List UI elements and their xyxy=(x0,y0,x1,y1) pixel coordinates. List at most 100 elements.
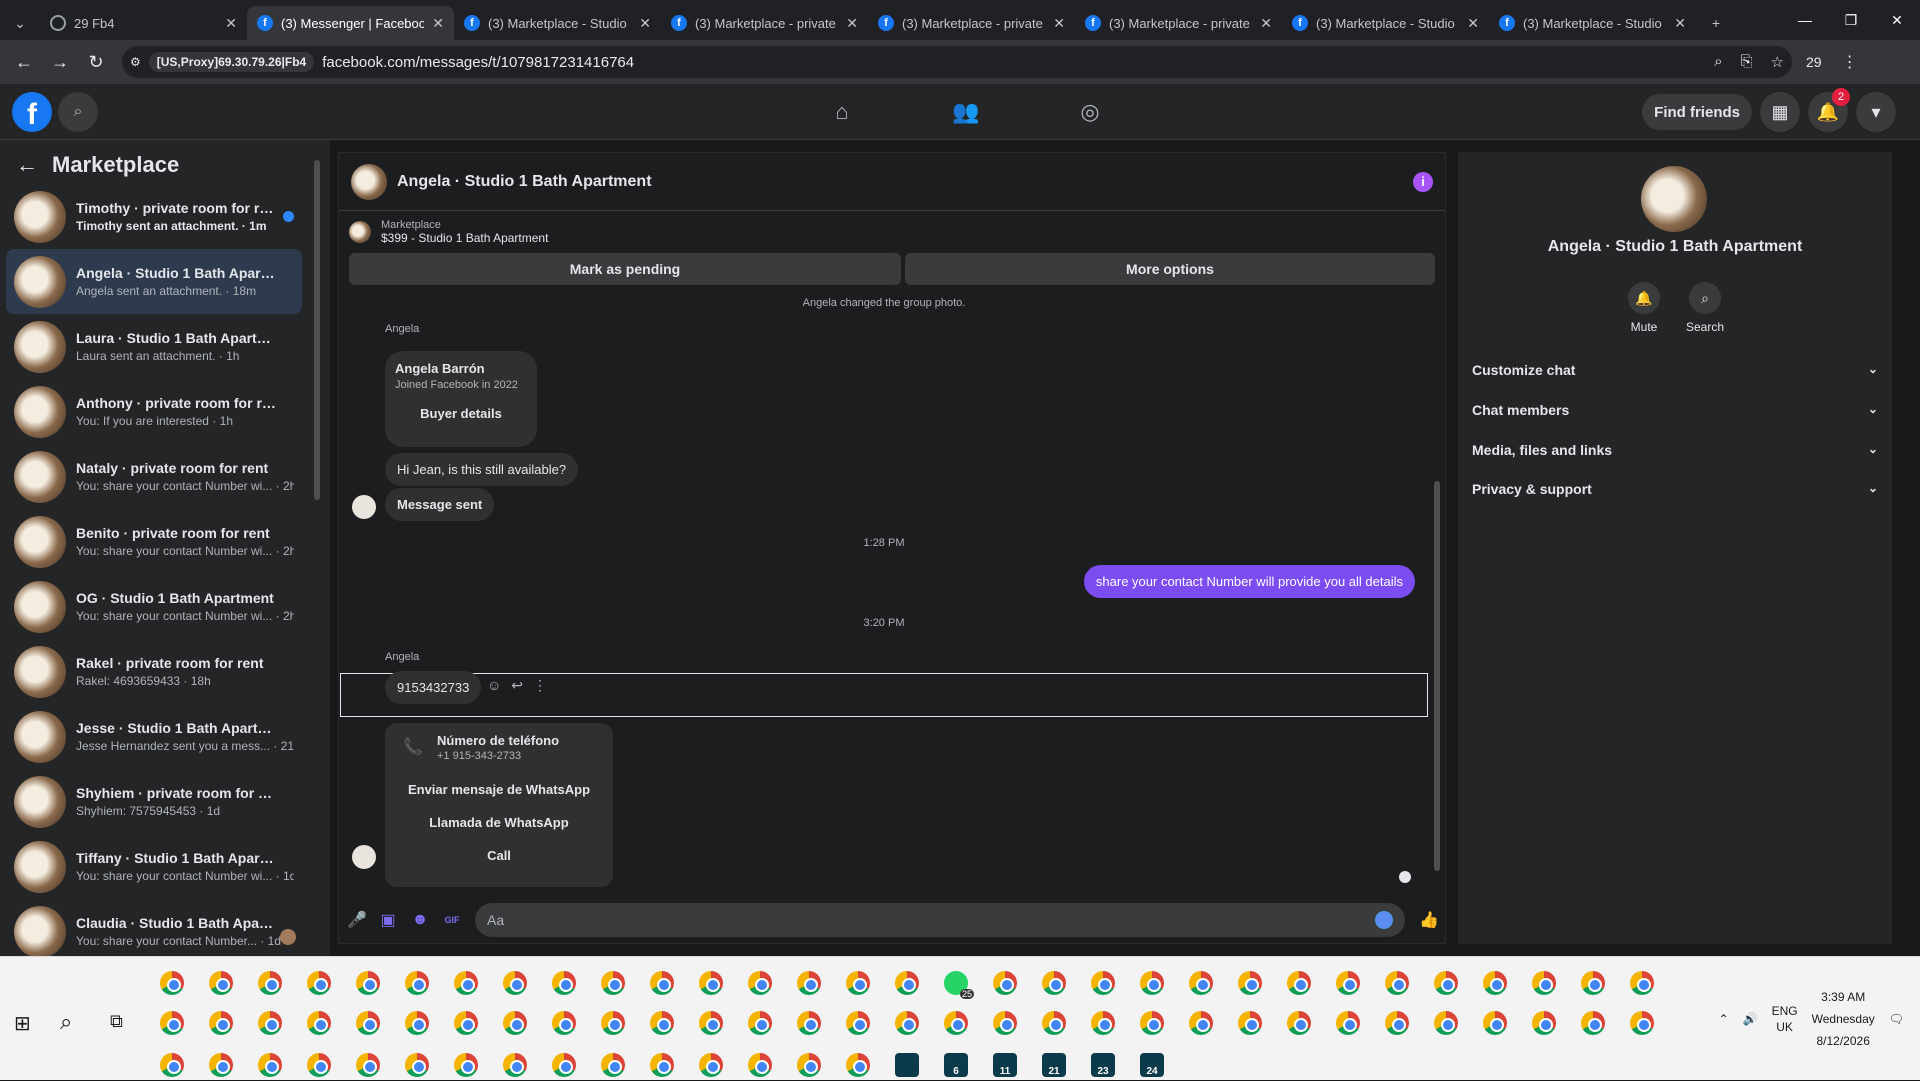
outgoing-message-bubble[interactable]: share your contact Number will provide y… xyxy=(1083,565,1415,598)
chrome-icon[interactable] xyxy=(944,1011,968,1035)
chrome-icon[interactable] xyxy=(993,971,1017,995)
section-chat-members[interactable]: Chat members ⌄ xyxy=(1472,402,1878,418)
chrome-icon[interactable] xyxy=(1336,1011,1360,1035)
install-app-icon[interactable]: ⎘ xyxy=(1741,53,1753,71)
whatsapp-message-option[interactable]: Enviar mensaje de WhatsApp xyxy=(399,782,599,797)
section-privacy-support[interactable]: Privacy & support ⌄ xyxy=(1472,481,1878,497)
conversation-item[interactable]: OG · Studio 1 Bath Apartment You: share y… xyxy=(6,574,302,639)
browser-tab[interactable]: 29 Fb4 ✕ xyxy=(40,6,247,40)
close-tab-icon[interactable]: ✕ xyxy=(432,15,444,32)
chrome-icon[interactable] xyxy=(552,1011,576,1035)
close-tab-icon[interactable]: ✕ xyxy=(225,15,237,32)
chrome-icon[interactable] xyxy=(454,971,478,995)
tab-search-chevron-icon[interactable]: ⌄ xyxy=(0,6,40,40)
section-media-files[interactable]: Media, files and links ⌄ xyxy=(1472,442,1878,458)
conversation-item[interactable]: Laura · Studio 1 Bath Apartment Laura sen… xyxy=(6,314,302,379)
whatsapp-call-option[interactable]: Llamada de WhatsApp xyxy=(399,815,599,830)
account-chevron-icon[interactable]: ▾ xyxy=(1856,92,1896,132)
chrome-icon[interactable] xyxy=(209,971,233,995)
search-icon[interactable]: ⌕ xyxy=(58,92,98,132)
start-icon[interactable]: ⊞ xyxy=(14,1011,31,1036)
browser-tab[interactable]: f (3) Marketplace - private r ✕ xyxy=(1075,6,1282,40)
chrome-icon[interactable] xyxy=(1434,971,1458,995)
message-input[interactable]: Aa xyxy=(475,903,1405,937)
chrome-icon[interactable] xyxy=(748,1053,772,1077)
chrome-icon[interactable] xyxy=(1532,971,1556,995)
message-bubble[interactable]: Message sent xyxy=(385,488,495,521)
chrome-icon[interactable] xyxy=(846,971,870,995)
conversation-item[interactable]: Benito · private room for rent You: share… xyxy=(6,509,302,574)
chrome-icon[interactable] xyxy=(503,971,527,995)
chrome-icon[interactable] xyxy=(1189,971,1213,995)
chrome-icon[interactable] xyxy=(699,1011,723,1035)
chrome-icon[interactable] xyxy=(846,1011,870,1035)
search-icon[interactable]: ⌕ xyxy=(60,1009,72,1035)
sender-avatar[interactable] xyxy=(352,495,376,519)
browser-tab[interactable]: f (3) Marketplace - Studio 1 ✕ xyxy=(1282,6,1489,40)
chrome-icon[interactable] xyxy=(1287,971,1311,995)
chrome-icon[interactable] xyxy=(356,1053,380,1077)
chrome-icon[interactable] xyxy=(405,1011,429,1035)
game-app-icon[interactable] xyxy=(895,1053,919,1077)
chrome-icon[interactable] xyxy=(993,1011,1017,1035)
chrome-icon[interactable] xyxy=(846,1053,870,1077)
gif-icon[interactable]: GIF xyxy=(443,915,461,925)
back-icon[interactable]: ← xyxy=(12,50,36,74)
chrome-icon[interactable] xyxy=(209,1011,233,1035)
chrome-icon[interactable] xyxy=(307,1011,331,1035)
chrome-icon[interactable] xyxy=(1042,1011,1066,1035)
game-app-icon[interactable]: 6 xyxy=(944,1053,968,1077)
chrome-icon[interactable] xyxy=(895,971,919,995)
chrome-icon[interactable] xyxy=(552,971,576,995)
chrome-icon[interactable] xyxy=(797,1053,821,1077)
restore-button[interactable]: ❐ xyxy=(1828,0,1874,40)
browser-tab[interactable]: f (3) Marketplace - private r ✕ xyxy=(661,6,868,40)
chrome-icon[interactable] xyxy=(748,971,772,995)
phone-message-bubble[interactable]: 9153432733 xyxy=(385,671,482,704)
reload-icon[interactable]: ↻ xyxy=(84,50,108,74)
chrome-icon[interactable] xyxy=(1483,1011,1507,1035)
mute-button[interactable]: 🔔 Mute xyxy=(1628,282,1660,334)
chrome-icon[interactable] xyxy=(307,1053,331,1077)
chat-avatar[interactable] xyxy=(351,163,387,200)
search-conversation-button[interactable]: ⌕ Search xyxy=(1686,282,1724,334)
chrome-icon[interactable] xyxy=(1532,1011,1556,1035)
microphone-icon[interactable]: 🎤 xyxy=(347,910,367,930)
like-icon[interactable]: 👍 xyxy=(1419,910,1439,930)
forward-icon[interactable]: → xyxy=(48,50,72,74)
chrome-icon[interactable] xyxy=(454,1011,478,1035)
chrome-icon[interactable] xyxy=(1483,971,1507,995)
chat-scrollbar[interactable] xyxy=(1433,301,1441,893)
message-bubble[interactable]: Hi Jean, is this still available? xyxy=(385,453,579,486)
chrome-icon[interactable] xyxy=(1581,971,1605,995)
friends-icon[interactable]: 👥 xyxy=(904,84,1028,140)
chrome-icon[interactable] xyxy=(503,1011,527,1035)
chrome-icon[interactable] xyxy=(405,971,429,995)
react-icon[interactable]: ☺ xyxy=(487,677,501,694)
close-tab-icon[interactable]: ✕ xyxy=(1467,15,1479,32)
chrome-icon[interactable] xyxy=(1140,1011,1164,1035)
chrome-icon[interactable] xyxy=(1042,971,1066,995)
chrome-icon[interactable] xyxy=(307,971,331,995)
site-info-icon[interactable]: ⚙ xyxy=(130,55,141,69)
facebook-logo-icon[interactable]: f xyxy=(12,92,52,132)
volume-icon[interactable]: 🔊 xyxy=(1743,1012,1758,1026)
browser-tab[interactable]: f (3) Marketplace - Studio 1 ✕ xyxy=(454,6,661,40)
close-tab-icon[interactable]: ✕ xyxy=(639,15,651,32)
game-app-icon[interactable]: 23 xyxy=(1091,1053,1115,1077)
mark-pending-button[interactable]: Mark as pending xyxy=(349,253,901,285)
game-app-icon[interactable]: 24 xyxy=(1140,1053,1164,1077)
chrome-icon[interactable] xyxy=(1091,1011,1115,1035)
chrome-icon[interactable] xyxy=(356,971,380,995)
minimize-button[interactable]: — xyxy=(1782,0,1828,40)
call-option[interactable]: Call xyxy=(399,848,599,863)
chrome-icon[interactable] xyxy=(1336,971,1360,995)
chrome-icon[interactable] xyxy=(356,1011,380,1035)
home-icon[interactable]: ⌂ xyxy=(780,84,904,140)
close-tab-icon[interactable]: ✕ xyxy=(1674,15,1686,32)
chrome-icon[interactable] xyxy=(209,1053,233,1077)
zoom-icon[interactable]: ⌕ xyxy=(1714,53,1722,71)
chrome-icon[interactable] xyxy=(552,1053,576,1077)
chrome-icon[interactable] xyxy=(699,971,723,995)
whatsapp-icon[interactable]: 25 xyxy=(944,971,974,999)
